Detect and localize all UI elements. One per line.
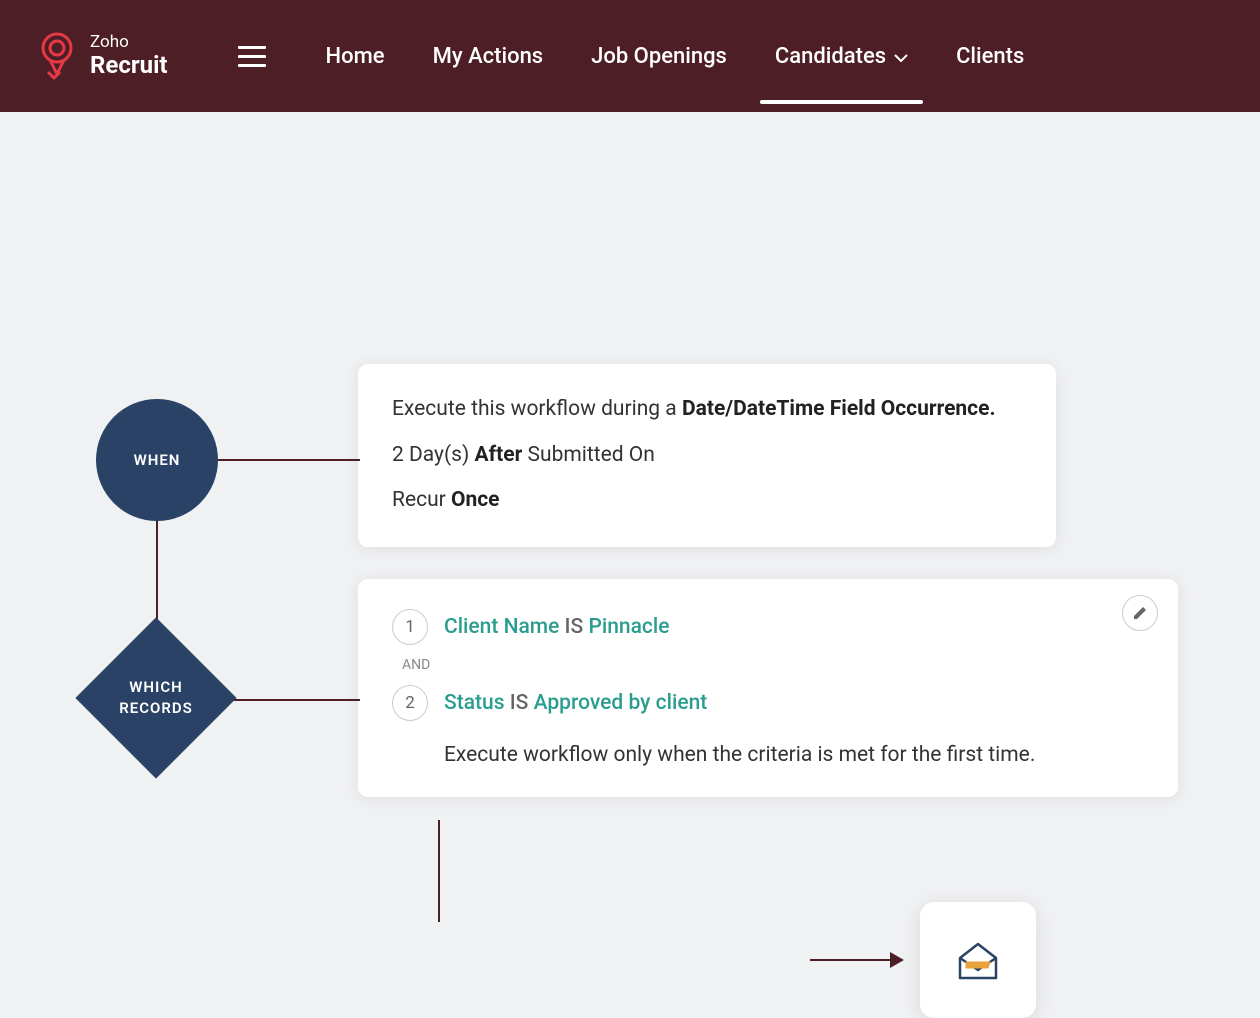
connector-line	[810, 959, 895, 961]
nav-home[interactable]: Home	[326, 4, 385, 109]
which-records-node[interactable]: WHICH RECORDS	[76, 618, 236, 778]
when-line3: Recur Once	[392, 485, 1022, 517]
nav-candidates[interactable]: Candidates	[775, 4, 908, 109]
logo-text: Zoho Recruit	[90, 33, 168, 78]
criteria-field: Client Name	[444, 615, 559, 639]
logo-line1: Zoho	[90, 33, 168, 52]
edit-button[interactable]	[1122, 595, 1158, 631]
criteria-row-2: 2 Status IS Approved by client	[392, 685, 1144, 721]
when-card[interactable]: Execute this workflow during a Date/Date…	[358, 364, 1056, 547]
which-label-2: RECORDS	[119, 698, 193, 719]
which-label-1: WHICH	[129, 677, 183, 698]
criteria-note: Execute workflow only when the criteria …	[444, 743, 1144, 767]
nav-my-actions[interactable]: My Actions	[433, 4, 544, 109]
when-node[interactable]: WHEN	[96, 399, 218, 521]
logo-icon	[36, 30, 78, 82]
criteria-join: AND	[402, 657, 1144, 673]
when-line2: 2 Day(s) After Submitted On	[392, 440, 1022, 472]
criteria-row-1: 1 Client Name IS Pinnacle	[392, 609, 1144, 645]
arrow-icon	[890, 952, 904, 968]
criteria-value: Approved by client	[534, 691, 708, 715]
nav-job-openings[interactable]: Job Openings	[591, 4, 727, 109]
which-records-card[interactable]: 1 Client Name IS Pinnacle AND 2 Status I…	[358, 579, 1178, 797]
criteria-number: 1	[392, 609, 428, 645]
email-action-card[interactable]	[920, 902, 1036, 1018]
nav-clients[interactable]: Clients	[956, 4, 1024, 109]
when-node-label: WHEN	[134, 451, 181, 469]
chevron-down-icon	[894, 44, 908, 69]
nav-candidates-label: Candidates	[775, 44, 886, 69]
criteria-number: 2	[392, 685, 428, 721]
connector-line	[210, 459, 360, 461]
logo[interactable]: Zoho Recruit	[36, 30, 168, 82]
criteria-operator: IS	[510, 691, 529, 715]
envelope-icon	[950, 932, 1006, 988]
criteria-operator: IS	[565, 615, 584, 639]
criteria-field: Status	[444, 691, 505, 715]
when-line1: Execute this workflow during a Date/Date…	[392, 394, 1022, 426]
top-nav: Home My Actions Job Openings Candidates …	[326, 4, 1025, 109]
header: Zoho Recruit Home My Actions Job Opening…	[0, 0, 1260, 112]
connector-line	[230, 699, 360, 701]
criteria-value: Pinnacle	[588, 615, 669, 639]
hamburger-menu-icon[interactable]	[238, 46, 266, 67]
logo-line2: Recruit	[90, 52, 168, 78]
pencil-icon	[1132, 605, 1148, 621]
connector-line	[438, 820, 440, 922]
workflow-canvas: WHEN WHICH RECORDS Execute this workflow…	[0, 112, 1260, 182]
